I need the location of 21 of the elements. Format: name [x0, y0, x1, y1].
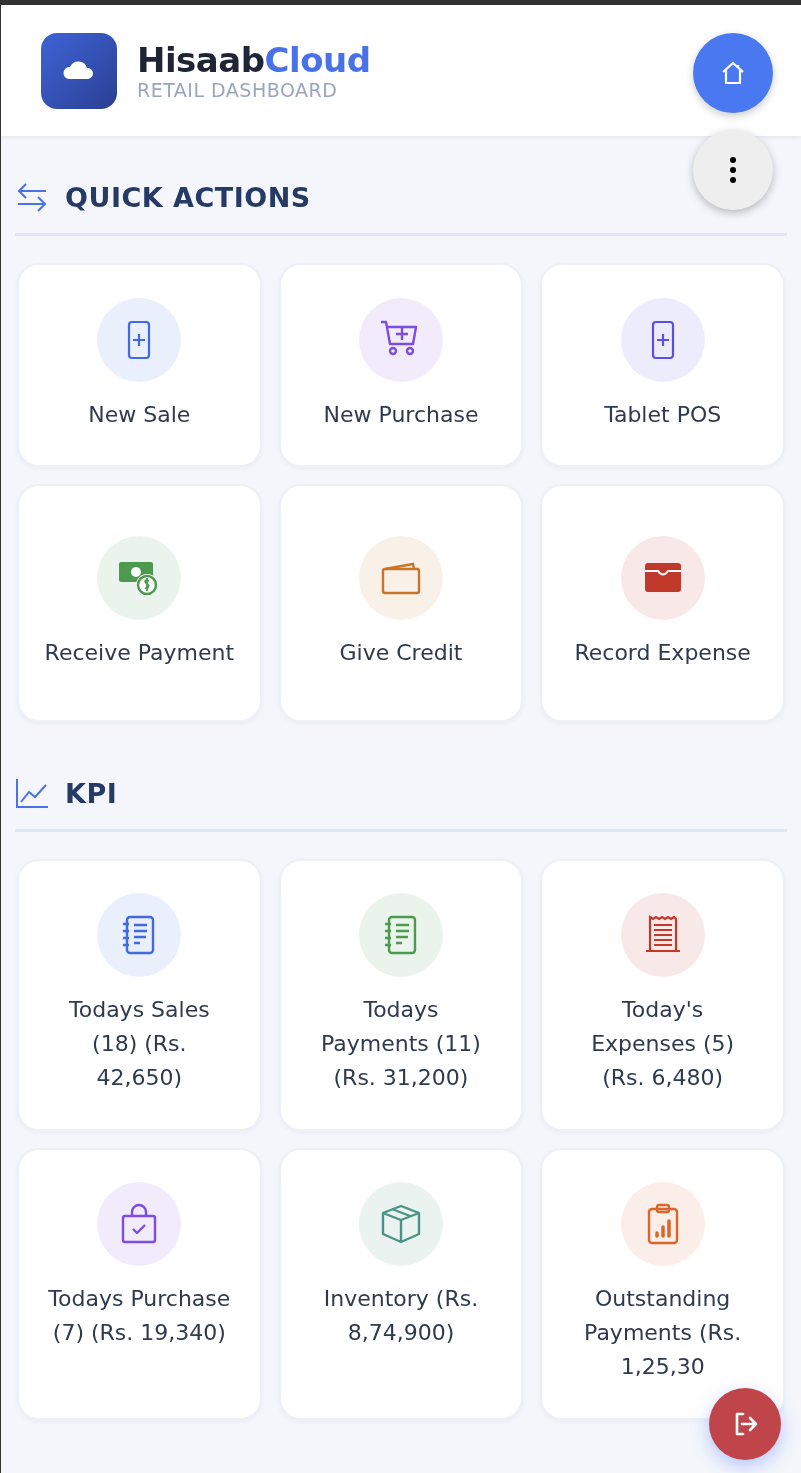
kebab-menu-icon	[729, 156, 737, 184]
line-chart-icon	[15, 776, 49, 810]
brand-name: HisaabCloud	[137, 40, 371, 79]
cloud-logo-icon	[41, 32, 117, 109]
swap-arrows-icon	[15, 180, 49, 214]
section-title: QUICK ACTIONS	[65, 181, 311, 213]
tile-card[interactable]: Give Credit	[278, 484, 524, 722]
tile-card[interactable]: New Sale	[17, 263, 262, 467]
tile-card[interactable]: Tablet POS	[540, 263, 785, 467]
tile-card[interactable]: Todays Payments (11) (Rs. 31,200)	[278, 859, 524, 1131]
tile-card[interactable]: Record Expense	[540, 484, 785, 722]
tile-card[interactable]: Outstanding Payments (Rs. 1,25,30	[540, 1148, 785, 1420]
tile-card[interactable]: New Purchase	[278, 263, 524, 467]
tile-card[interactable]: Today's Expenses (5) (Rs. 6,480)	[540, 859, 785, 1131]
brand-subtitle: RETAIL DASHBOARD	[137, 78, 339, 101]
tile-card[interactable]: Receive Payment	[17, 484, 262, 722]
logout-button[interactable]	[709, 1388, 781, 1460]
tile-card[interactable]: Inventory (Rs. 8,74,900)	[278, 1148, 524, 1420]
section-title: KPI	[65, 777, 118, 809]
tile-card[interactable]: Todays Sales (18) (Rs. 42,650)	[17, 859, 262, 1131]
tile-card[interactable]: Todays Purchase (7) (Rs. 19,340)	[17, 1148, 262, 1420]
